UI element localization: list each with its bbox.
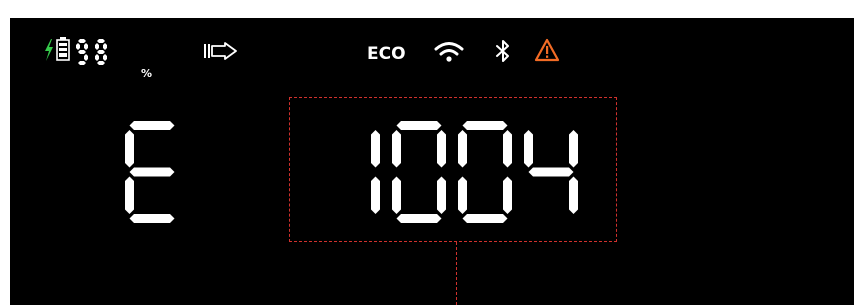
callout-leader-line (456, 242, 457, 305)
warning-triangle-icon (534, 38, 560, 62)
wifi-icon (434, 42, 464, 62)
battery-level-digits (74, 38, 112, 70)
lightning-bolt-icon (45, 39, 53, 61)
bluetooth-icon (496, 40, 509, 62)
battery-icon (56, 37, 70, 61)
prefix-digit-0 (125, 121, 175, 223)
ac-output-arrow-icon (204, 42, 237, 60)
eco-mode-label: ECO (367, 44, 406, 64)
error-prefix-digit (123, 120, 181, 228)
error-code-highlight-box (289, 97, 617, 242)
battery-unit: % (141, 67, 153, 80)
device-display-screen: 98 % ECO E 1004 (10, 18, 854, 305)
battery-digit-1 (95, 39, 107, 65)
status-bar: 98 % ECO (10, 18, 854, 80)
battery-digit-0 (76, 39, 88, 65)
